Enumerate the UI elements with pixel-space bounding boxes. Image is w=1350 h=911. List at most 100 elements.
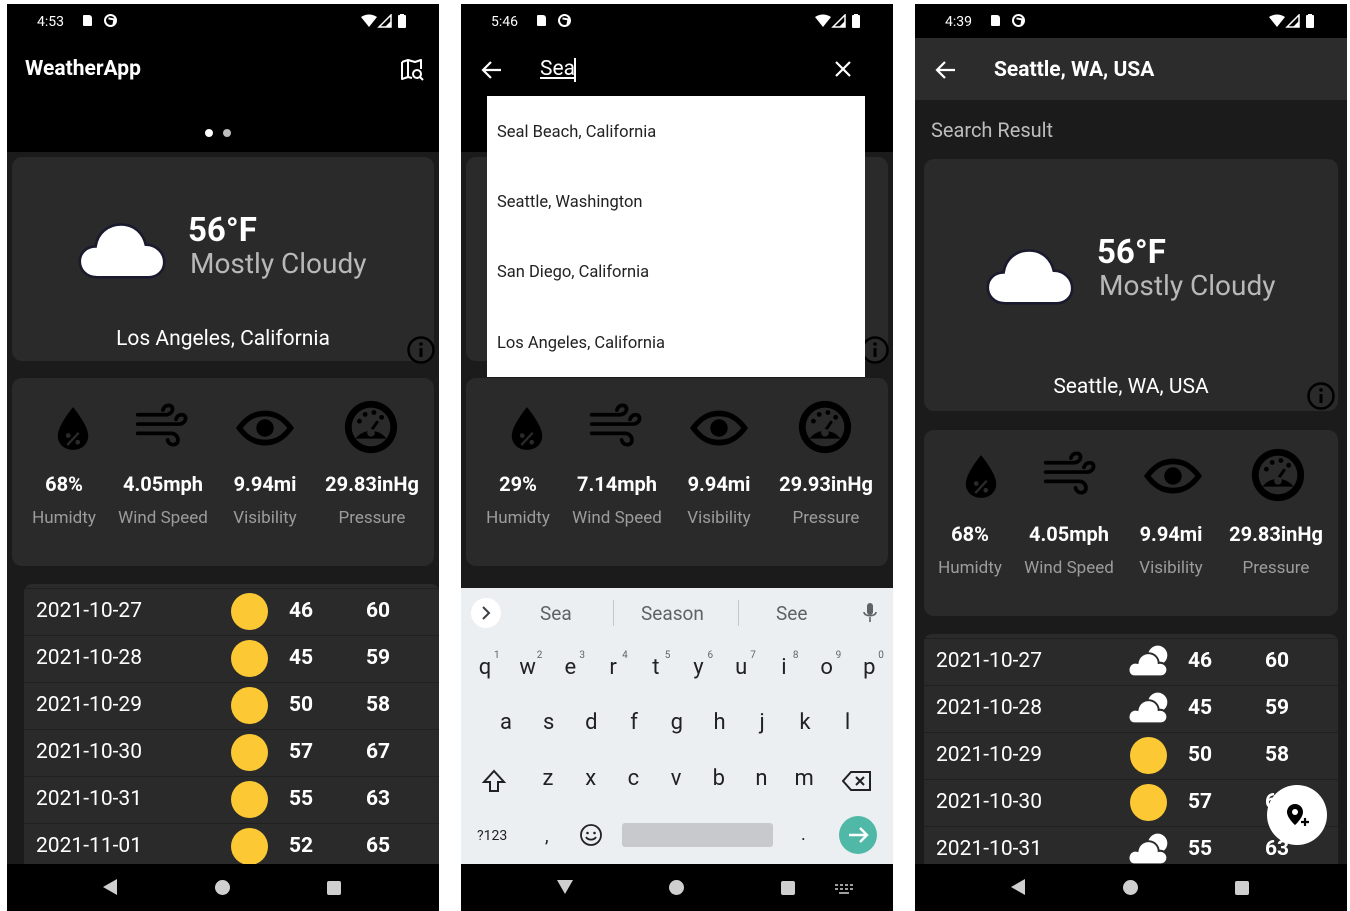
- sd-card-icon: [991, 15, 1000, 26]
- suggestion-item[interactable]: Seal Beach, California: [497, 123, 656, 142]
- suggestion-item[interactable]: Los Angeles, California: [497, 334, 665, 353]
- sd-card-icon: [83, 15, 92, 26]
- forecast-date: 2021-10-30: [936, 790, 1043, 814]
- suggestion-divider: [738, 600, 739, 626]
- page-dot[interactable]: [223, 129, 231, 137]
- forecast-high: 67: [366, 740, 391, 764]
- forecast-high: 59: [1265, 696, 1290, 720]
- phone-screen-search-result: 4:39 Seattle, WA, USA Search Result 56°F…: [915, 4, 1347, 911]
- key-s[interactable]: s: [534, 710, 564, 735]
- stat-visibility: 9.94mi Visibility: [674, 472, 764, 528]
- nav-home-icon[interactable]: [215, 880, 230, 895]
- stat-visibility: 9.94mi Visibility: [220, 472, 310, 528]
- forecast-list[interactable]: 2021-10-27 46 60 2021-10-28 45 59 2021-1…: [924, 634, 1338, 874]
- humidity-icon: [962, 452, 1000, 500]
- forecast-row[interactable]: 2021-10-28 45 59: [924, 685, 1338, 731]
- keyboard-suggestion[interactable]: See: [776, 602, 807, 625]
- period-key[interactable]: .: [801, 824, 806, 845]
- key-g[interactable]: g: [662, 710, 692, 735]
- suggestion-item[interactable]: Seattle, Washington: [497, 193, 643, 212]
- microphone-icon[interactable]: [863, 602, 877, 624]
- key-m[interactable]: m: [789, 766, 819, 791]
- nav-home-icon[interactable]: [669, 880, 684, 895]
- pressure-icon: [1249, 446, 1307, 504]
- info-icon[interactable]: [406, 335, 436, 365]
- key-k[interactable]: k: [790, 710, 820, 735]
- backspace-key-icon[interactable]: [842, 770, 872, 792]
- comma-key[interactable]: ,: [545, 826, 549, 847]
- forecast-high: 60: [1265, 649, 1290, 673]
- nav-back-icon[interactable]: [1011, 879, 1025, 895]
- stat-label: Visibility: [687, 508, 751, 528]
- forecast-date: 2021-10-28: [36, 646, 143, 670]
- stats-card: 68% Humidty 4.05mph Wind Speed 9.94mi Vi…: [12, 378, 434, 566]
- key-x[interactable]: x: [576, 766, 606, 791]
- keyboard-switch-icon[interactable]: [835, 884, 853, 894]
- nav-back-icon[interactable]: [103, 879, 117, 895]
- nav-recents-icon[interactable]: [1235, 881, 1249, 895]
- shift-key-icon[interactable]: [481, 768, 507, 794]
- nav-home-icon[interactable]: [1123, 880, 1138, 895]
- forecast-row[interactable]: 2021-10-29 50 58: [24, 682, 439, 728]
- space-bar[interactable]: [622, 823, 773, 847]
- info-icon[interactable]: [1306, 381, 1336, 411]
- clear-search-icon[interactable]: [834, 60, 852, 78]
- forecast-row[interactable]: 2021-10-30 57 67: [24, 729, 439, 775]
- forecast-date: 2021-10-31: [936, 837, 1043, 861]
- stat-value: 68%: [951, 522, 989, 546]
- pressure-icon: [342, 398, 400, 456]
- key-c[interactable]: c: [618, 766, 648, 791]
- key-b[interactable]: b: [704, 766, 734, 791]
- chevron-right-icon[interactable]: [470, 597, 502, 629]
- emoji-key-icon[interactable]: [579, 823, 603, 847]
- forecast-date: 2021-10-27: [36, 599, 143, 623]
- forecast-row[interactable]: 2021-10-27 46 60: [24, 588, 439, 634]
- page-dot-active[interactable]: [205, 129, 213, 137]
- key-number-hint: 7: [750, 650, 756, 661]
- stat-label: Pressure: [1242, 558, 1310, 578]
- go-arrow-icon[interactable]: [838, 815, 878, 855]
- key-number-hint: 2: [536, 650, 543, 661]
- key-l[interactable]: l: [833, 710, 863, 735]
- back-arrow-icon[interactable]: [935, 59, 957, 81]
- key-v[interactable]: v: [661, 766, 691, 791]
- stat-value: 7.14mph: [577, 472, 657, 496]
- add-location-button[interactable]: [1267, 785, 1327, 845]
- forecast-high: 65: [366, 834, 391, 858]
- key-j[interactable]: j: [747, 710, 777, 735]
- search-input[interactable]: Sea: [540, 57, 575, 81]
- stat-value: 29%: [499, 472, 537, 496]
- back-arrow-icon[interactable]: [481, 59, 503, 81]
- key-d[interactable]: d: [576, 710, 606, 735]
- stat-wind: 4.05mph Wind Speed: [108, 472, 218, 528]
- forecast-row[interactable]: 2021-10-28 45 59: [24, 635, 439, 681]
- humidity-icon: [54, 404, 92, 452]
- key-z[interactable]: z: [533, 766, 563, 791]
- symbols-key[interactable]: ?123: [477, 828, 507, 844]
- forecast-row[interactable]: 2021-10-31 55 63: [24, 776, 439, 822]
- forecast-row[interactable]: 2021-10-29 50 58: [924, 732, 1338, 778]
- nav-hide-keyboard-icon[interactable]: [557, 880, 573, 894]
- sun-icon: [231, 640, 268, 677]
- suggestion-item[interactable]: San Diego, California: [497, 263, 649, 282]
- forecast-row[interactable]: 2021-11-01 52 65: [24, 823, 439, 869]
- key-a[interactable]: a: [491, 710, 521, 735]
- stat-label: Humidty: [32, 508, 96, 528]
- forecast-list[interactable]: 2021-10-27 46 60 2021-10-28 45 59 2021-1…: [24, 584, 439, 884]
- key-h[interactable]: h: [705, 710, 735, 735]
- keyboard-suggestion[interactable]: Season: [641, 602, 704, 625]
- key-n[interactable]: n: [747, 766, 777, 791]
- forecast-row[interactable]: 2021-10-27 46 60: [924, 638, 1338, 684]
- stat-label: Humidty: [938, 558, 1002, 578]
- do-not-disturb-icon: [1012, 14, 1025, 27]
- sun-icon: [1130, 784, 1167, 821]
- system-nav-bar: [915, 864, 1347, 911]
- nav-recents-icon[interactable]: [327, 881, 341, 895]
- map-search-icon[interactable]: [400, 58, 424, 82]
- key-f[interactable]: f: [619, 710, 649, 735]
- forecast-low: 57: [1188, 790, 1213, 814]
- keyboard-suggestion[interactable]: Sea: [540, 602, 572, 625]
- status-time: 4:39: [945, 14, 972, 30]
- page-indicator[interactable]: [205, 122, 241, 141]
- nav-recents-icon[interactable]: [781, 881, 795, 895]
